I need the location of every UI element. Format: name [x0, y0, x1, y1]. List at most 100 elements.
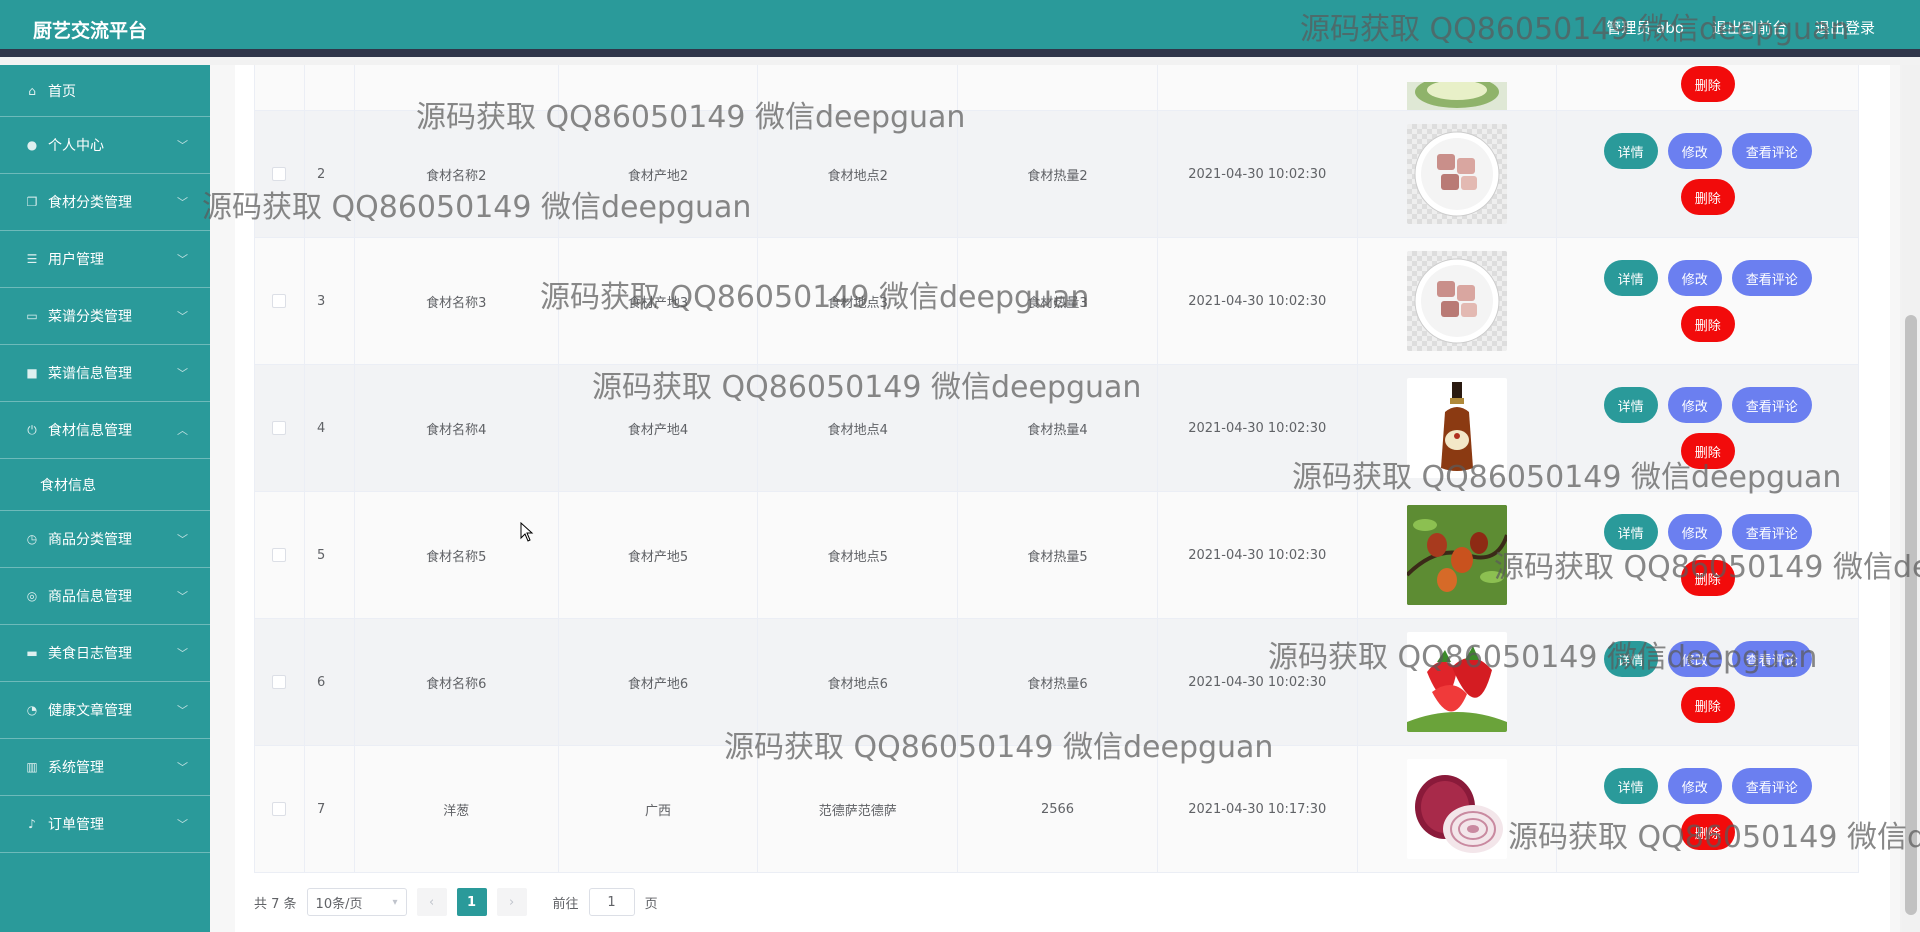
edit-button[interactable]: 修改 [1667, 768, 1722, 804]
cell-time: 2021-04-30 10:02:30 [1158, 619, 1358, 745]
chevron-down-icon: ﹀ [177, 196, 188, 209]
compass-icon: ◎ [26, 589, 38, 603]
ingredient-table: 删除 2 食材名称2 食材产地2 食材地点2 食材热量2 2021-04-30 … [254, 65, 1859, 873]
delete-button[interactable]: 删除 [1680, 687, 1735, 723]
delete-button[interactable]: 删除 [1680, 433, 1735, 469]
cell-time: 2021-04-30 10:02:30 [1158, 492, 1358, 618]
row-index: 2 [305, 111, 355, 237]
sidebar-item-personal-center[interactable]: ● 个人中心 ﹀ [0, 117, 210, 174]
delete-button[interactable]: 删除 [1680, 560, 1735, 596]
page-size-select[interactable]: 10条/页 ▾ [306, 888, 407, 916]
row-index: 7 [305, 746, 355, 872]
chevron-down-icon: ﹀ [177, 367, 188, 380]
logout-link[interactable]: 退出登录 [1815, 17, 1875, 38]
sidebar-item-order-management[interactable]: ♪ 订单管理 ﹀ [0, 796, 210, 853]
chart-icon: ▥ [26, 760, 38, 774]
sidebar-item-label: 食材信息管理 [48, 423, 132, 439]
vertical-scrollbar[interactable] [1902, 65, 1920, 932]
prev-page-button[interactable]: ‹ [416, 888, 447, 916]
pagination: 共 7 条 10条/页 ▾ ‹ 1 › 前往 页 [254, 887, 658, 917]
view-comments-button[interactable]: 查看评论 [1731, 641, 1812, 677]
sidebar-item-recipe-info[interactable]: ■ 菜谱信息管理 ﹀ [0, 345, 210, 402]
edit-button[interactable]: 修改 [1667, 641, 1722, 677]
sidebar-item-health-article[interactable]: ◔ 健康文章管理 ﹀ [0, 682, 210, 739]
view-comments-button[interactable]: 查看评论 [1731, 133, 1812, 169]
edit-button[interactable]: 修改 [1667, 387, 1722, 423]
scrollbar-thumb[interactable] [1905, 315, 1917, 915]
page-number-button[interactable]: 1 [456, 888, 487, 916]
row-checkbox[interactable] [272, 548, 287, 562]
submenu-item-ingredient-info[interactable]: 食材信息 [0, 459, 210, 511]
detail-button[interactable]: 详情 [1603, 768, 1658, 804]
sidebar-item-product-category[interactable]: ◷ 商品分类管理 ﹀ [0, 511, 210, 568]
content-card: 删除 2 食材名称2 食材产地2 食材地点2 食材热量2 2021-04-30 … [235, 65, 1890, 932]
cell-origin: 食材产地4 [559, 365, 759, 491]
edit-button[interactable]: 修改 [1667, 133, 1722, 169]
goto-label: 前往 [552, 896, 579, 912]
chevron-up-icon: ︿ [177, 424, 188, 437]
cell-origin: 食材产地2 [559, 111, 759, 237]
chevron-down-icon: ﹀ [177, 704, 188, 717]
brand-title: 厨艺交流平台 [33, 20, 148, 42]
view-comments-button[interactable]: 查看评论 [1731, 260, 1812, 296]
row-index: 3 [305, 238, 355, 364]
sidebar-item-recipe-category[interactable]: ▭ 菜谱分类管理 ﹀ [0, 288, 210, 345]
sidebar-item-system-management[interactable]: ▥ 系统管理 ﹀ [0, 739, 210, 796]
cell-time: 2021-04-30 10:02:30 [1158, 111, 1358, 237]
back-to-frontend-link[interactable]: 退出到前台 [1712, 17, 1787, 38]
sidebar-item-food-log[interactable]: ▬ 美食日志管理 ﹀ [0, 625, 210, 682]
sidebar-item-user-management[interactable]: ☰ 用户管理 ﹀ [0, 231, 210, 288]
sidebar-item-label: 用户管理 [48, 252, 104, 268]
chevron-down-icon: ﹀ [177, 647, 188, 660]
row-checkbox[interactable] [272, 421, 287, 435]
row-checkbox[interactable] [272, 294, 287, 308]
cell-heat: 2566 [958, 746, 1158, 872]
cell-origin: 广西 [559, 746, 759, 872]
ingredient-thumbnail [1407, 82, 1508, 110]
cell-origin: 食材产地6 [559, 619, 759, 745]
sidebar-item-ingredient-category[interactable]: ❐ 食材分类管理 ﹀ [0, 174, 210, 231]
row-checkbox[interactable] [272, 167, 287, 181]
row-checkbox[interactable] [272, 675, 287, 689]
chevron-down-icon: ﹀ [177, 818, 188, 831]
edit-button[interactable]: 修改 [1667, 514, 1722, 550]
sidebar-item-home[interactable]: ⌂ 首页 [0, 65, 210, 117]
sidebar-item-ingredient-info[interactable]: ⏻ 食材信息管理 ︿ [0, 402, 210, 459]
row-checkbox[interactable] [272, 802, 287, 816]
sidebar-item-label: 首页 [48, 83, 76, 100]
cell-heat: 食材热量6 [958, 619, 1158, 745]
delete-button[interactable]: 删除 [1680, 306, 1735, 342]
sidebar-item-product-info[interactable]: ◎ 商品信息管理 ﹀ [0, 568, 210, 625]
detail-button[interactable]: 详情 [1603, 133, 1658, 169]
page-size-value: 10条/页 [315, 896, 363, 912]
goto-page-input[interactable] [588, 888, 635, 916]
sidebar-item-label: 菜谱信息管理 [48, 366, 132, 382]
cell-location: 食材地点2 [758, 111, 959, 237]
detail-button[interactable]: 详情 [1603, 514, 1658, 550]
ingredient-thumbnail [1407, 759, 1508, 859]
view-comments-button[interactable]: 查看评论 [1731, 768, 1812, 804]
table-row-partial: 删除 [255, 65, 1858, 111]
next-page-button[interactable]: › [496, 888, 527, 916]
view-comments-button[interactable]: 查看评论 [1731, 514, 1812, 550]
delete-button[interactable]: 删除 [1680, 66, 1735, 102]
cell-name: 食材名称4 [355, 365, 559, 491]
chevron-down-icon: ▾ [392, 896, 398, 908]
cell-name: 洋葱 [355, 746, 559, 872]
sidebar: ⌂ 首页 ● 个人中心 ﹀ ❐ 食材分类管理 ﹀ ☰ 用户管理 ﹀ ▭ 菜谱分类… [0, 65, 210, 932]
table-row: 6 食材名称6 食材产地6 食材地点6 食材热量6 2021-04-30 10:… [255, 619, 1858, 746]
sidebar-item-label: 个人中心 [48, 138, 104, 154]
edit-button[interactable]: 修改 [1667, 260, 1722, 296]
sidebar-item-label: 菜谱分类管理 [48, 309, 132, 325]
detail-button[interactable]: 详情 [1603, 641, 1658, 677]
view-comments-button[interactable]: 查看评论 [1731, 387, 1812, 423]
delete-button[interactable]: 删除 [1680, 814, 1735, 850]
list-icon: ☰ [26, 252, 38, 266]
detail-button[interactable]: 详情 [1603, 260, 1658, 296]
detail-button[interactable]: 详情 [1603, 387, 1658, 423]
monitor-icon: ■ [26, 366, 38, 380]
delete-button[interactable]: 删除 [1680, 179, 1735, 215]
top-header: 厨艺交流平台 管理员 abo 退出到前台 退出登录 [0, 0, 1920, 57]
power-icon: ⏻ [27, 422, 37, 437]
ingredient-thumbnail [1407, 251, 1508, 351]
